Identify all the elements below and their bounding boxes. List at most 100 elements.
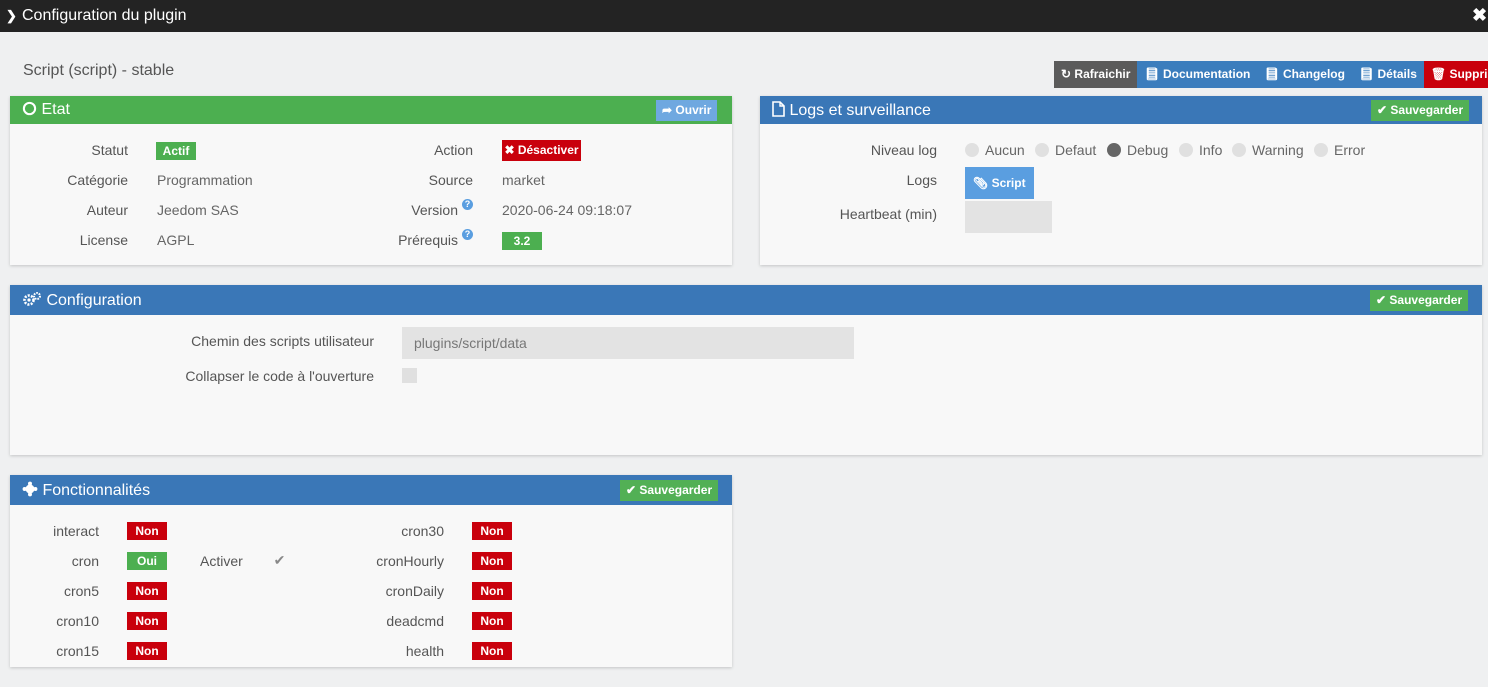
feature-badge-interact: Non (127, 522, 167, 540)
gears-icon (23, 292, 41, 306)
refresh-icon: ↻ (1061, 67, 1072, 81)
close-icon[interactable]: ✖ (1472, 5, 1487, 26)
license-label: License (79, 232, 128, 248)
trash-icon: 🗑︎ (1430, 67, 1447, 81)
scripts-path-label: Chemin des scripts utilisateur (191, 333, 374, 349)
configuration-panel-title-wrap: Configuration (22, 291, 142, 310)
feature-label-cron30: cron30 (401, 523, 444, 539)
features-panel-title-wrap: Fonctionnalités (22, 481, 150, 500)
open-label: Ouvrir (675, 103, 712, 117)
details-button[interactable]: 📘︎ Détails (1351, 61, 1424, 88)
features-panel: Fonctionnalités ✔ Sauvegarder interact N… (10, 475, 732, 667)
logs-label: Logs (906, 172, 937, 188)
log-level-label-warning: Warning (1252, 142, 1304, 158)
log-level-radio-defaut[interactable] (1035, 143, 1049, 157)
feature-badge-cronhourly: Non (472, 552, 512, 570)
collapse-code-checkbox[interactable] (402, 368, 417, 383)
configuration-save-button[interactable]: ✔ Sauvegarder (1370, 290, 1469, 311)
prereq-badge: 3.2 (502, 232, 542, 250)
logs-panel-title: Logs et surveillance (789, 102, 931, 119)
log-level-radio-info[interactable] (1179, 143, 1193, 157)
prereq-label: Prérequis (398, 232, 458, 248)
feature-badge-cron: Oui (127, 552, 167, 570)
log-level-label: Niveau log (870, 142, 937, 158)
logs-save-button[interactable]: ✔ Sauvegarder (1371, 100, 1470, 121)
author-label: Auteur (86, 202, 128, 218)
status-badge: Actif (156, 142, 196, 160)
file-icon (772, 101, 785, 117)
feature-badge-health: Non (472, 642, 512, 660)
logs-panel-title-wrap: Logs et surveillance (772, 101, 931, 120)
paperclip-icon: 📎︎ (973, 176, 989, 190)
logs-panel-header: Logs et surveillance ✔ Sauvegarder (760, 96, 1482, 124)
state-panel: Etat ➦ Ouvrir Statut Actif Catégorie Pro… (10, 96, 732, 265)
features-save-label: Sauvegarder (639, 483, 713, 497)
license-value: AGPL (157, 232, 195, 248)
plugin-toolbar: ↻ Rafraichir 📘︎ Documentation 📘︎ Changel… (1054, 61, 1488, 88)
share-icon: ➦ (662, 103, 673, 117)
feature-label-cronhourly: cronHourly (376, 553, 444, 569)
state-panel-title-wrap: Etat (22, 101, 70, 119)
x-icon: ✖ (504, 143, 515, 157)
feature-badge-cron5: Non (127, 582, 167, 600)
modal-title: Configuration du plugin (22, 7, 187, 24)
log-level-label-defaut: Defaut (1055, 142, 1097, 158)
author-value: Jeedom SAS (157, 202, 239, 218)
open-button[interactable]: ➦ Ouvrir (656, 100, 718, 121)
feature-badge-cron10: Non (127, 612, 167, 630)
script-log-button[interactable]: 📎︎ Script (965, 167, 1034, 199)
delete-button[interactable]: 🗑︎ Supprimer (1423, 61, 1488, 88)
heartbeat-label: Heartbeat (min) (839, 206, 937, 222)
collapse-code-label: Collapser le code à l'ouverture (185, 368, 374, 384)
features-panel-title: Fonctionnalités (42, 482, 151, 499)
logs-panel: Logs et surveillance ✔ Sauvegarder Nivea… (760, 96, 1482, 265)
script-log-label: Script (991, 176, 1026, 190)
help-icon[interactable]: ? (462, 199, 473, 210)
version-label: Version (411, 202, 458, 218)
feature-badge-deadcmd: Non (472, 612, 512, 630)
features-panel-header: Fonctionnalités ✔ Sauvegarder (10, 475, 732, 505)
documentation-button[interactable]: 📘︎ Documentation (1137, 61, 1258, 88)
help-icon[interactable]: ? (462, 229, 473, 240)
configuration-panel: Configuration ✔ Sauvegarder Chemin des s… (10, 285, 1482, 455)
changelog-button[interactable]: 📘︎ Changelog (1257, 61, 1352, 88)
source-label: Source (428, 172, 473, 188)
check-circle-icon: ✔ (626, 483, 637, 497)
refresh-button[interactable]: ↻ Rafraichir (1054, 61, 1138, 88)
refresh-label: Rafraichir (1074, 67, 1131, 81)
log-level-radio-error[interactable] (1314, 143, 1328, 157)
book-icon: 📘︎ (1358, 67, 1375, 81)
category-label: Catégorie (67, 172, 128, 188)
features-save-button[interactable]: ✔ Sauvegarder (620, 480, 719, 501)
log-level-radio-aucun[interactable] (965, 143, 979, 157)
cron-activate-checkbox[interactable]: ✔ (272, 553, 287, 568)
power-icon (22, 101, 37, 116)
feature-label-crondaily: cronDaily (385, 583, 444, 599)
book-icon: 📘︎ (1264, 67, 1280, 81)
scripts-path-input[interactable]: plugins/script/data (402, 327, 854, 359)
feature-label-interact: interact (53, 523, 99, 539)
feature-label-cron15: cron15 (56, 643, 99, 659)
delete-label: Supprimer (1449, 67, 1488, 81)
state-panel-title: Etat (41, 101, 70, 118)
configuration-panel-title: Configuration (46, 292, 142, 309)
modal-titlebar: ❯ Configuration du plugin ✖ (0, 0, 1488, 32)
chevron-right-icon[interactable]: ❯ (6, 8, 17, 24)
log-level-radio-debug[interactable] (1107, 143, 1121, 157)
log-level-label-error: Error (1334, 142, 1366, 158)
feature-label-deadcmd: deadcmd (386, 613, 444, 629)
book-icon: 📘︎ (1144, 67, 1160, 81)
log-level-label-debug: Debug (1127, 142, 1169, 158)
details-label: Détails (1377, 67, 1417, 81)
version-value: 2020-06-24 09:18:07 (502, 202, 632, 218)
log-level-radio-warning[interactable] (1232, 143, 1246, 157)
log-level-label-aucun: Aucun (985, 142, 1025, 158)
deactivate-button[interactable]: ✖ Désactiver (502, 140, 581, 161)
feature-label-health: health (405, 643, 444, 659)
feature-label-cron5: cron5 (63, 583, 99, 599)
puzzle-icon (22, 481, 38, 497)
configuration-save-label: Sauvegarder (1389, 293, 1463, 307)
heartbeat-input[interactable] (965, 201, 1052, 233)
check-circle-icon: ✔ (1376, 293, 1387, 307)
plugin-name: Script (script) - stable (23, 62, 175, 79)
